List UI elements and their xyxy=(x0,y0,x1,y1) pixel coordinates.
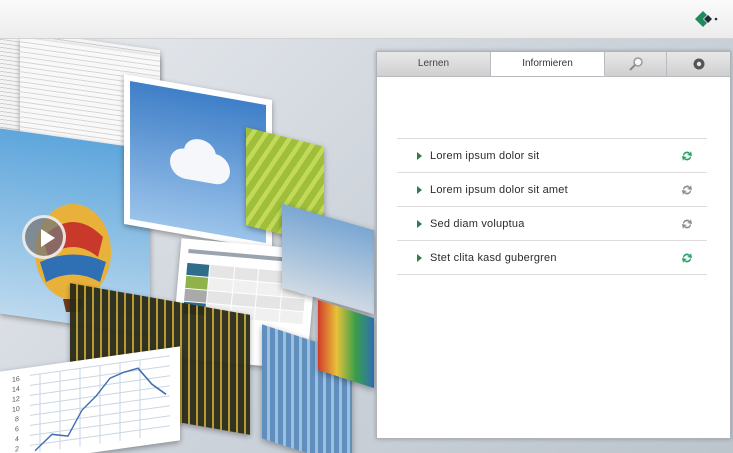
list-item-label: Lorem ipsum dolor sit amet xyxy=(430,183,568,196)
info-panel: Lernen Informieren Lorem ipsum dolor sit xyxy=(376,51,731,439)
y-tick: 4 xyxy=(15,436,19,444)
caret-right-icon xyxy=(417,219,422,228)
y-tick: 10 xyxy=(12,406,20,414)
sync-icon[interactable] xyxy=(681,184,693,196)
sync-icon[interactable] xyxy=(681,218,693,230)
search-icon xyxy=(628,57,643,71)
caret-right-icon xyxy=(417,253,422,262)
line-chart-sheet: 16 14 12 10 8 6 4 2 xyxy=(0,346,180,453)
tab-bar: Lernen Informieren xyxy=(377,52,730,77)
top-bar xyxy=(0,0,733,39)
y-tick: 12 xyxy=(12,396,20,404)
play-button[interactable] xyxy=(22,215,66,259)
y-tick: 2 xyxy=(15,446,19,453)
sync-icon[interactable] xyxy=(681,150,693,162)
caret-right-icon xyxy=(417,151,422,160)
caret-right-icon xyxy=(417,185,422,194)
list-item-label: Lorem ipsum dolor sit xyxy=(430,149,540,162)
y-tick: 14 xyxy=(12,386,20,394)
y-tick: 8 xyxy=(15,416,19,424)
info-list: Lorem ipsum dolor sit Lorem ipsum dolor … xyxy=(397,138,707,275)
line-chart: 16 14 12 10 8 6 4 2 xyxy=(12,355,170,453)
play-icon xyxy=(41,229,55,247)
logo-icon xyxy=(695,11,718,27)
tab-informieren[interactable]: Informieren xyxy=(491,52,605,76)
y-tick: 16 xyxy=(12,376,20,384)
list-item[interactable]: Lorem ipsum dolor sit xyxy=(397,138,707,172)
list-item-label: Sed diam voluptua xyxy=(430,217,525,230)
tab-settings[interactable] xyxy=(667,52,730,76)
y-tick: 6 xyxy=(15,426,19,434)
tab-search[interactable] xyxy=(605,52,667,76)
sync-icon[interactable] xyxy=(681,252,693,264)
list-item[interactable]: Lorem ipsum dolor sit amet xyxy=(397,172,707,206)
settings-icon xyxy=(693,58,704,70)
tab-lernen[interactable]: Lernen xyxy=(377,52,491,76)
list-item-label: Stet clita kasd gubergren xyxy=(430,251,557,264)
list-item[interactable]: Sed diam voluptua xyxy=(397,206,707,240)
list-item[interactable]: Stet clita kasd gubergren xyxy=(397,240,707,275)
